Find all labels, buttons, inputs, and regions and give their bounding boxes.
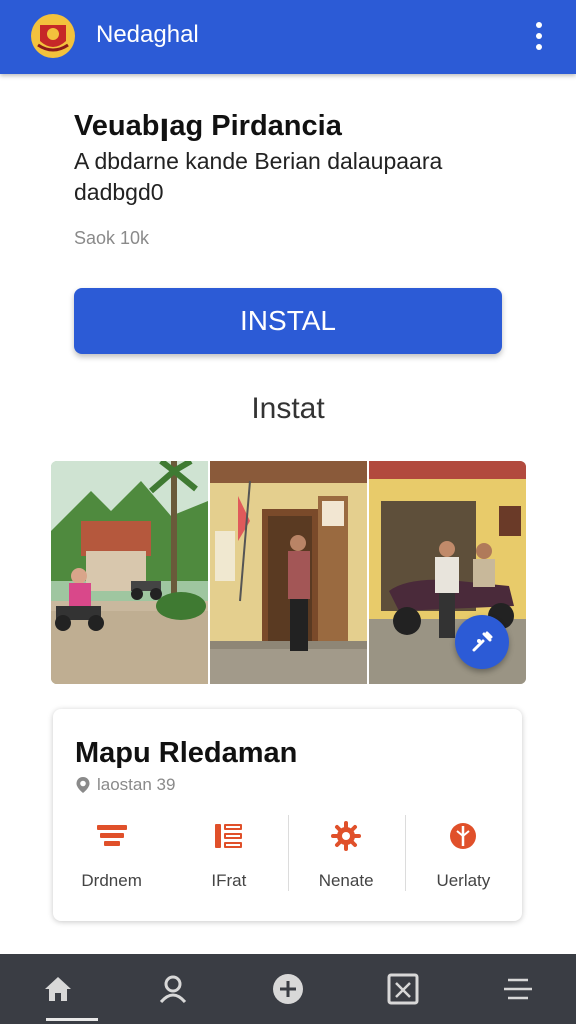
gallery-heading: Instat	[251, 392, 325, 425]
location-pin-icon	[76, 777, 90, 793]
emblem-logo[interactable]	[30, 13, 76, 59]
card-title: Mapu Rledaman	[75, 737, 298, 769]
feature-label: Drdnem	[81, 871, 142, 890]
image-icon[interactable]	[373, 959, 433, 1019]
more-vert-icon[interactable]	[524, 18, 554, 54]
nav-active-indicator	[46, 1018, 98, 1021]
feature-label: Uerlaty	[436, 871, 491, 890]
screenshot-gallery[interactable]	[51, 461, 526, 684]
menu-icon[interactable]	[488, 959, 548, 1019]
location-text: laostan 39	[97, 775, 176, 794]
app-title: Veuabꞁag Pirdancia	[74, 110, 342, 142]
feature-item[interactable]: IFrat	[170, 813, 287, 893]
feature-item[interactable]: Drdnem	[53, 813, 170, 893]
feature-item[interactable]: Nenate	[287, 813, 405, 893]
app-description: A dbdarne kande Berian dalaupaara dadbgd…	[74, 148, 443, 205]
bottom-nav	[0, 954, 576, 1024]
village-street-photo[interactable]	[51, 461, 208, 684]
profile-icon[interactable]	[143, 959, 203, 1019]
card-location: laostan 39	[75, 775, 175, 795]
tag-icon	[450, 823, 477, 849]
list-icon	[214, 824, 242, 848]
install-button[interactable]: INSTAL	[74, 288, 502, 354]
info-card: Mapu Rledaman laostan 39 Drdnem IFrat Ne…	[53, 709, 522, 921]
feature-row: Drdnem IFrat Nenate Uerlaty	[53, 813, 522, 893]
add-icon[interactable]	[258, 959, 318, 1019]
app-size: Saok 10k	[74, 228, 150, 248]
stack-icon	[96, 825, 127, 846]
app-bar: Nedaghal	[0, 0, 576, 74]
feature-item[interactable]: Uerlaty	[404, 813, 522, 893]
gear-icon	[331, 821, 362, 851]
home-icon[interactable]	[28, 959, 88, 1019]
tools-icon[interactable]	[455, 615, 509, 669]
feature-label: IFrat	[211, 871, 247, 890]
app-bar-title: Nedaghal	[96, 21, 199, 48]
shop-doorway-photo[interactable]	[210, 461, 367, 684]
feature-label: Nenate	[318, 871, 374, 890]
